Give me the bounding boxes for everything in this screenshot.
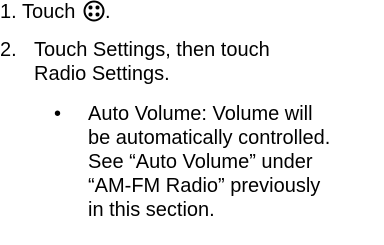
bullet-marker: • <box>54 103 62 125</box>
bullet-line-1: Auto Volume: Volume will <box>88 103 313 125</box>
step-2-line-2: Radio Settings. <box>34 63 170 85</box>
step-1-number: 1. <box>0 1 17 23</box>
step-2-line-1: Touch Settings, then touch <box>34 39 270 61</box>
step-1-text-before: Touch <box>22 1 81 23</box>
bullet-line-4: “AM-FM Radio” previously <box>88 175 321 197</box>
bullet-line-3: See “Auto Volume” under <box>88 151 313 173</box>
bullet-line-2: be automatically controlled. <box>88 127 331 149</box>
step-2-number: 2. <box>0 39 17 61</box>
menu-dots-icon <box>83 0 105 22</box>
manual-instructions: 1. Touch . 2. Touch Settings, then touch… <box>0 0 384 245</box>
step-1-text: Touch . <box>22 0 111 24</box>
step-1-text-after: . <box>104 1 111 23</box>
bullet-line-5: in this section. <box>88 199 215 221</box>
